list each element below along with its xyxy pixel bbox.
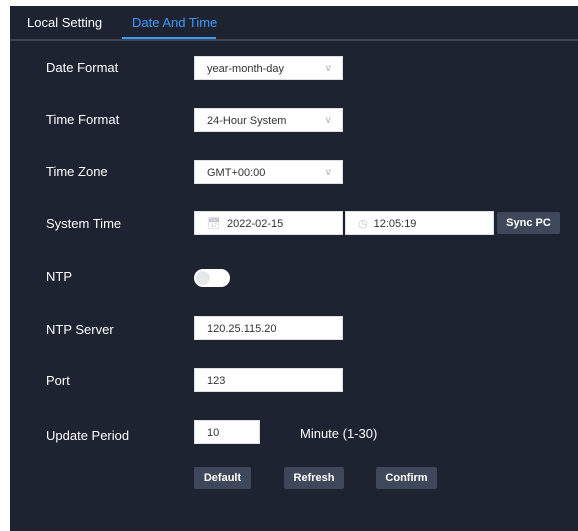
toggle-knob [196, 271, 210, 285]
update-period-label: Update Period [46, 428, 130, 443]
tab-bar: Local Setting Date And Time [10, 6, 578, 41]
system-time-input[interactable]: ◷ 12:05:19 [345, 211, 494, 235]
chevron-down-icon: ∨ [324, 63, 332, 74]
date-format-select[interactable]: year-month-day ∨ [194, 56, 343, 80]
ntp-label: NTP [46, 269, 72, 284]
update-period-unit: Minute (1-30) [300, 426, 378, 441]
tab-date-and-time[interactable]: Date And Time [132, 15, 217, 30]
system-time-label: System Time [46, 216, 122, 231]
time-zone-select[interactable]: GMT+00:00 ∨ [194, 160, 343, 184]
ntp-server-input[interactable]: 120.25.115.20 [194, 316, 343, 340]
time-zone-value: GMT+00:00 [207, 167, 266, 179]
ntp-server-value: 120.25.115.20 [207, 323, 277, 335]
port-value: 123 [207, 375, 226, 387]
time-zone-label: Time Zone [46, 164, 108, 179]
date-format-value: year-month-day [207, 63, 285, 75]
system-date-value: 2022-02-15 [226, 218, 284, 230]
chevron-down-icon: ∨ [324, 115, 332, 126]
clock-icon: ◷ [358, 218, 368, 230]
ntp-server-label: NTP Server [46, 322, 114, 337]
port-label: Port [46, 373, 70, 388]
default-button[interactable]: Default [194, 467, 251, 489]
refresh-button[interactable]: Refresh [284, 467, 344, 489]
port-input[interactable]: 123 [194, 368, 343, 392]
confirm-button[interactable]: Confirm [376, 467, 437, 489]
calendar-icon: 📅︎ [207, 218, 221, 230]
chevron-down-icon: ∨ [324, 167, 332, 178]
update-period-value: 10 [207, 427, 220, 439]
sync-pc-button[interactable]: Sync PC [497, 212, 560, 234]
tab-local-setting[interactable]: Local Setting [27, 15, 102, 30]
system-time-value: 12:05:19 [373, 218, 417, 230]
update-period-input[interactable]: 10 [194, 420, 260, 444]
settings-panel: Local Setting Date And Time Date Format … [10, 6, 578, 531]
time-format-select[interactable]: 24-Hour System ∨ [194, 108, 343, 132]
time-format-label: Time Format [46, 112, 120, 127]
date-format-label: Date Format [46, 60, 119, 75]
system-date-input[interactable]: 📅︎ 2022-02-15 [194, 211, 343, 235]
ntp-toggle[interactable] [194, 269, 230, 287]
active-tab-indicator [122, 37, 216, 39]
time-format-value: 24-Hour System [207, 115, 287, 127]
